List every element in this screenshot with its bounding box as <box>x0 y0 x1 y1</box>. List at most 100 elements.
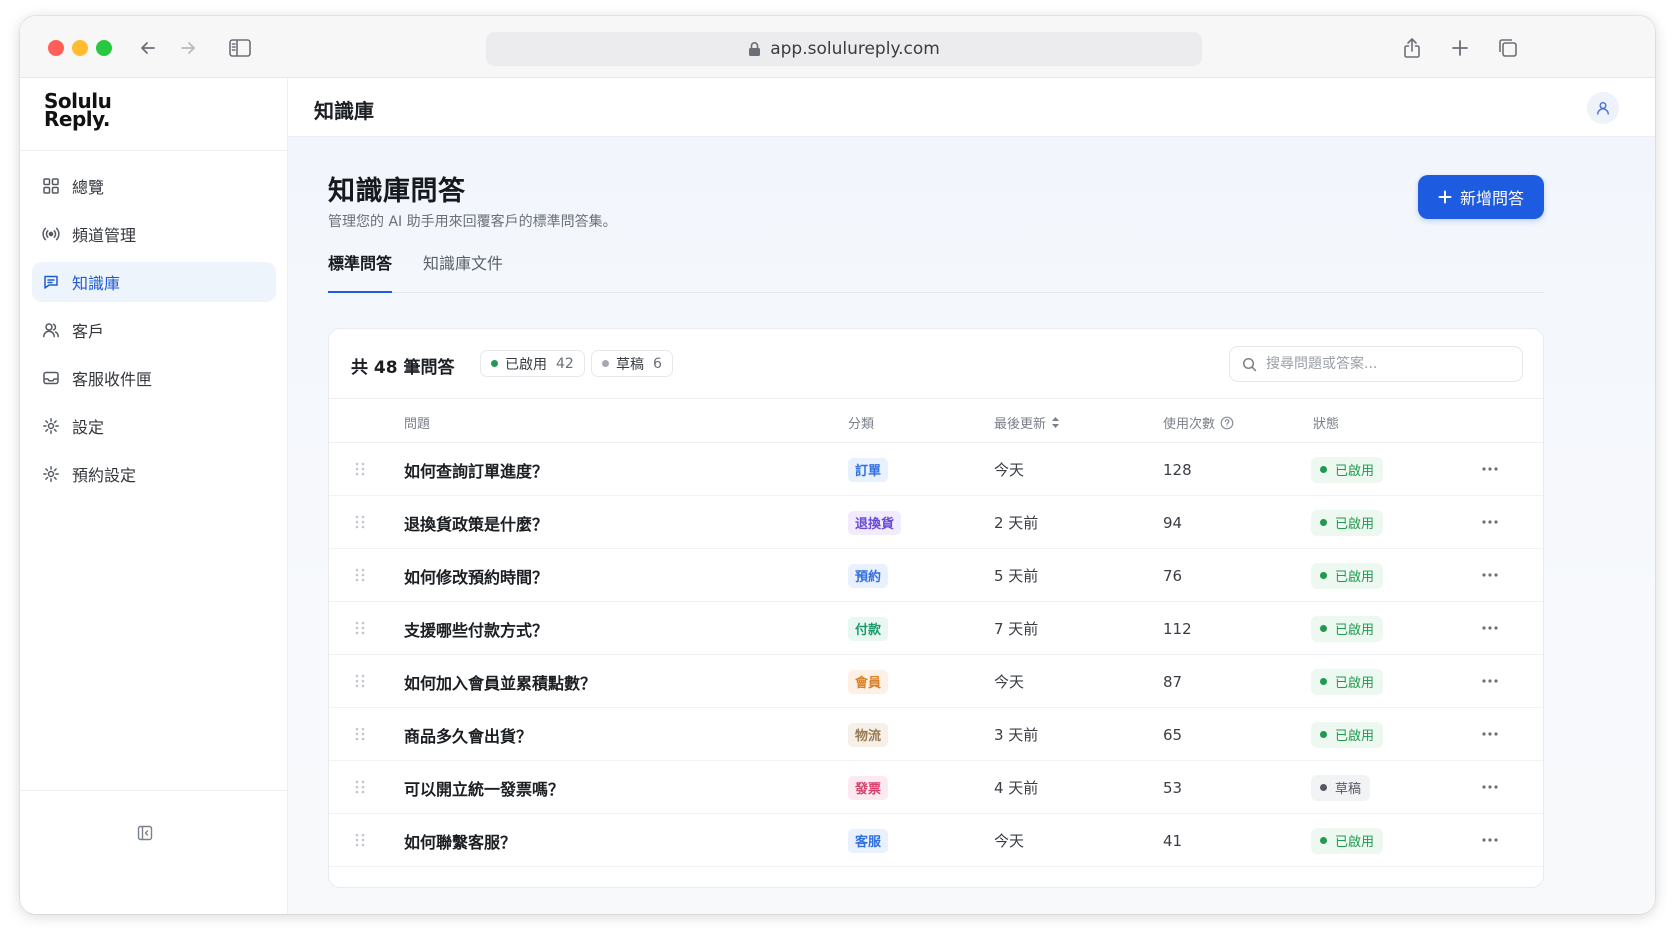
minimize-window-button[interactable] <box>72 40 88 56</box>
table-row[interactable]: 如何加入會員並累積點數？ 會員 今天 87 已啟用 <box>329 655 1543 708</box>
drag-handle-icon[interactable] <box>353 673 367 689</box>
plus-icon <box>1452 40 1468 56</box>
sidebar-item-knowledge-base[interactable]: 知識庫 <box>32 262 276 302</box>
column-header-updated[interactable]: 最後更新 <box>994 413 1060 432</box>
status-cell: 已啟用 <box>1311 602 1384 655</box>
question-cell[interactable]: 如何查詢訂單進度？ <box>404 443 548 496</box>
question-cell[interactable]: 支援哪些付款方式？ <box>404 602 548 655</box>
url-text: app.solulureply.com <box>770 39 940 59</box>
category-tag: 付款 <box>848 616 889 641</box>
tab-bar: 標準問答 知識庫文件 <box>328 251 1544 293</box>
qa-table-card: 共 48 筆問答 已啟用 42 草稿 6 問題 分類 <box>328 328 1544 888</box>
sidebar-item-customers[interactable]: 客戶 <box>32 310 276 350</box>
status-badge: 已啟用 <box>1311 562 1384 589</box>
table-row[interactable]: 如何修改預約時間？ 預約 5 天前 76 已啟用 <box>329 549 1543 602</box>
add-qa-button[interactable]: 新增問答 <box>1418 175 1544 219</box>
drag-handle-icon[interactable] <box>353 832 367 848</box>
usage-cell: 76 <box>1163 566 1183 585</box>
close-window-button[interactable] <box>48 40 64 56</box>
question-cell[interactable]: 可以開立統一發票嗎？ <box>404 761 564 814</box>
new-tab-button[interactable] <box>1444 32 1476 64</box>
table-row[interactable]: 商品多久會出貨？ 物流 3 天前 65 已啟用 <box>329 708 1543 761</box>
sidebar-item-settings[interactable]: 設定 <box>32 406 276 446</box>
search-icon <box>1242 357 1257 371</box>
drag-handle-icon[interactable] <box>353 567 367 583</box>
search-input[interactable] <box>1266 356 1506 372</box>
status-dot-icon <box>1320 625 1327 632</box>
address-bar[interactable]: app.solulureply.com <box>486 32 1202 66</box>
sidebar-item-overview[interactable]: 總覽 <box>32 166 276 206</box>
lock-icon <box>749 42 761 56</box>
sidebar-item-channels[interactable]: 頻道管理 <box>32 214 276 254</box>
table-row[interactable]: 退換貨政策是什麼？ 退換貨 2 天前 94 已啟用 <box>329 496 1543 549</box>
more-actions-button[interactable] <box>1479 512 1501 532</box>
usage-cell: 94 <box>1163 513 1183 532</box>
draft-filter-chip[interactable]: 草稿 6 <box>591 350 673 377</box>
drag-handle-icon[interactable] <box>353 779 367 795</box>
gear-icon <box>42 465 60 483</box>
enabled-filter-chip[interactable]: 已啟用 42 <box>480 350 585 377</box>
table-row[interactable]: 如何聯繫客服？ 客服 今天 41 已啟用 <box>329 814 1543 867</box>
question-cell[interactable]: 如何修改預約時間？ <box>404 549 548 602</box>
back-button[interactable] <box>132 32 164 64</box>
status-dot-icon <box>1320 784 1327 791</box>
sidebar-item-inbox[interactable]: 客服收件匣 <box>32 358 276 398</box>
more-actions-button[interactable] <box>1479 565 1501 585</box>
drag-handle-icon[interactable] <box>353 514 367 530</box>
user-avatar-button[interactable] <box>1587 92 1619 124</box>
column-header-category: 分類 <box>848 417 875 432</box>
usage-cell: 41 <box>1163 831 1183 850</box>
category-tag: 退換貨 <box>848 510 902 535</box>
more-actions-button[interactable] <box>1479 777 1501 797</box>
tab-overview-button[interactable] <box>1492 32 1524 64</box>
tab-kb-documents[interactable]: 知識庫文件 <box>423 251 503 293</box>
drag-handle-icon[interactable] <box>353 620 367 636</box>
sidebar-toggle-button[interactable] <box>224 32 256 64</box>
arrow-left-icon <box>141 42 155 54</box>
more-actions-button[interactable] <box>1479 459 1501 479</box>
status-badge: 已啟用 <box>1311 668 1384 695</box>
sidebar-item-label: 總覽 <box>72 178 105 197</box>
status-cell: 已啟用 <box>1311 814 1384 867</box>
page-subtitle: 管理您的 AI 助手用來回覆客戶的標準問答集。 <box>328 214 617 230</box>
browser-toolbar: app.solulureply.com <box>20 16 1655 78</box>
share-button[interactable] <box>1396 32 1428 64</box>
updated-cell: 2 天前 <box>994 514 1039 532</box>
question-cell[interactable]: 如何聯繫客服？ <box>404 814 516 867</box>
updated-cell: 今天 <box>994 461 1025 479</box>
question-cell[interactable]: 退換貨政策是什麼？ <box>404 496 548 549</box>
drag-handle-icon[interactable] <box>353 461 367 477</box>
more-horizontal-icon <box>1482 785 1498 789</box>
status-badge: 草稿 <box>1311 774 1371 801</box>
question-cell[interactable]: 商品多久會出貨？ <box>404 708 532 761</box>
category-cell: 預約 <box>848 549 889 602</box>
more-actions-button[interactable] <box>1479 618 1501 638</box>
status-cell: 已啟用 <box>1311 496 1384 549</box>
table-row[interactable]: 支援哪些付款方式？ 付款 7 天前 112 已啟用 <box>329 602 1543 655</box>
sidebar-item-label: 客服收件匣 <box>72 370 153 389</box>
status-dot-icon <box>1320 731 1327 738</box>
add-qa-label: 新增問答 <box>1459 189 1524 208</box>
more-actions-button[interactable] <box>1479 830 1501 850</box>
updated-cell: 3 天前 <box>994 726 1039 744</box>
category-cell: 退換貨 <box>848 496 902 549</box>
zoom-window-button[interactable] <box>96 40 112 56</box>
category-tag: 訂單 <box>848 457 889 482</box>
sidebar: Solulu Reply. 總覽 頻道管理 知識庫 客戶 客服收件匣 設定 預約… <box>20 78 288 914</box>
search-box[interactable] <box>1229 346 1523 382</box>
help-circle-icon[interactable] <box>1220 416 1234 430</box>
message-square-icon <box>42 273 60 291</box>
more-actions-button[interactable] <box>1479 671 1501 691</box>
more-actions-button[interactable] <box>1479 724 1501 744</box>
drag-handle-icon[interactable] <box>353 726 367 742</box>
category-tag: 預約 <box>848 563 889 588</box>
forward-button[interactable] <box>172 32 204 64</box>
category-tag: 物流 <box>848 722 889 747</box>
question-cell[interactable]: 如何加入會員並累積點數？ <box>404 655 596 708</box>
collapse-sidebar-button[interactable] <box>136 824 154 842</box>
sidebar-item-booking-settings[interactable]: 預約設定 <box>32 454 276 494</box>
brand-logo[interactable]: Solulu Reply. <box>44 91 112 129</box>
table-row[interactable]: 如何查詢訂單進度？ 訂單 今天 128 已啟用 <box>329 443 1543 496</box>
table-row[interactable]: 可以開立統一發票嗎？ 發票 4 天前 53 草稿 <box>329 761 1543 814</box>
tab-standard-qa[interactable]: 標準問答 <box>328 251 393 293</box>
